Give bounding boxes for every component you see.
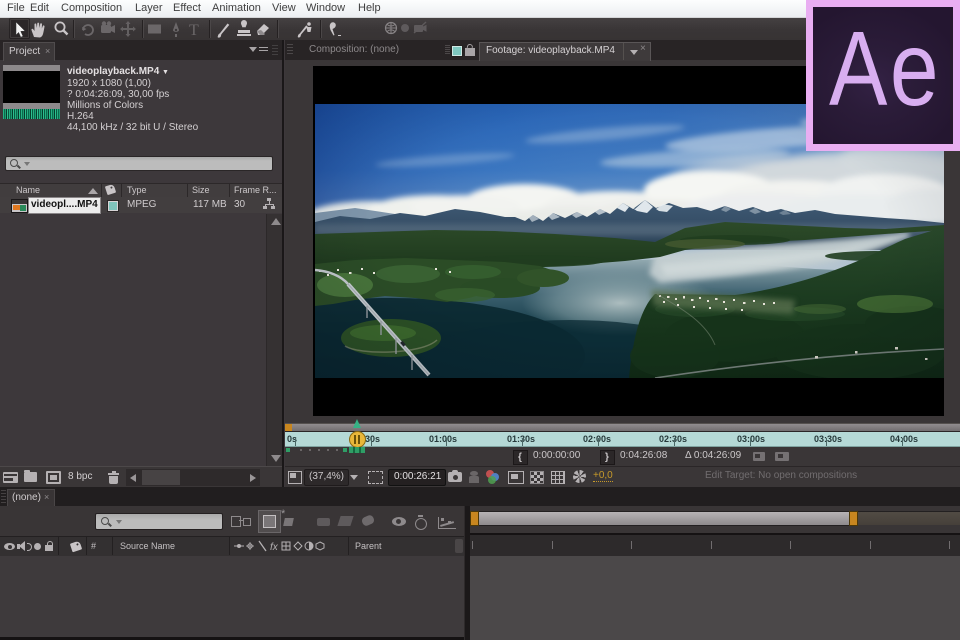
svg-text:fx: fx	[270, 542, 279, 553]
svg-text:T: T	[189, 22, 199, 39]
